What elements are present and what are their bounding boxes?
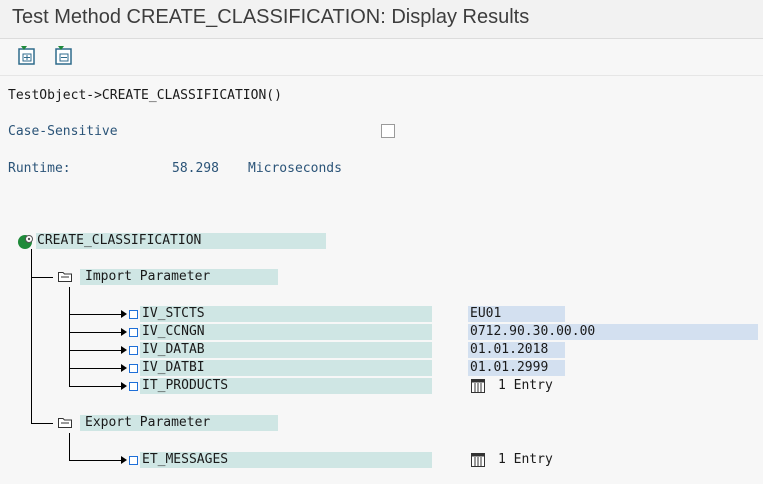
- parameter-icon: [129, 456, 138, 465]
- parameter-name[interactable]: IV_STCTS: [142, 306, 205, 322]
- case-sensitive-checkbox[interactable]: [381, 124, 395, 138]
- insert-icon[interactable]: [16, 45, 38, 67]
- parameter-value[interactable]: 01.01.2018: [470, 342, 548, 358]
- tree-connector: [69, 287, 70, 387]
- parameter-icon: [129, 346, 138, 355]
- folder-open-icon[interactable]: [58, 417, 72, 428]
- tree-connector: [69, 350, 121, 351]
- table-icon[interactable]: [471, 453, 485, 467]
- parameter-icon: [129, 328, 138, 337]
- runtime-unit: Microseconds: [248, 161, 342, 176]
- toolbar: [0, 39, 763, 76]
- branch-arrow-icon: [121, 328, 127, 336]
- branch-arrow-icon: [121, 346, 127, 354]
- remove-icon[interactable]: [53, 45, 75, 67]
- tree-connector: [31, 277, 53, 278]
- parameter-name[interactable]: ET_MESSAGES: [142, 452, 228, 468]
- runtime-value: 58.298: [172, 161, 219, 176]
- method-icon: [17, 233, 35, 251]
- parameter-value[interactable]: 01.01.2999: [470, 360, 548, 376]
- runtime-label: Runtime:: [8, 161, 71, 176]
- branch-arrow-icon: [121, 310, 127, 318]
- tree-connector: [69, 386, 121, 387]
- export-parameter-label[interactable]: Export Parameter: [85, 415, 210, 431]
- method-call: TestObject->CREATE_CLASSIFICATION(): [8, 88, 282, 103]
- branch-arrow-icon: [121, 364, 127, 372]
- parameter-icon: [129, 310, 138, 319]
- parameter-icon: [129, 364, 138, 373]
- parameter-name[interactable]: IT_PRODUCTS: [142, 378, 228, 394]
- case-sensitive-label: Case-Sensitive: [8, 124, 118, 139]
- parameter-value[interactable]: 0712.90.30.00.00: [470, 324, 595, 340]
- tree-connector: [31, 249, 32, 424]
- parameter-value[interactable]: EU01: [470, 306, 501, 322]
- branch-arrow-icon: [121, 456, 127, 464]
- tree-connector: [69, 460, 121, 461]
- branch-arrow-icon: [121, 382, 127, 390]
- parameter-value[interactable]: 1 Entry: [498, 452, 553, 468]
- tree-connector: [69, 368, 121, 369]
- title-bar: Test Method CREATE_CLASSIFICATION: Displ…: [0, 0, 763, 39]
- parameter-value[interactable]: 1 Entry: [498, 378, 553, 394]
- tree-connector: [69, 433, 70, 460]
- parameter-icon: [129, 382, 138, 391]
- parameter-name[interactable]: IV_DATAB: [142, 342, 205, 358]
- tree-connector: [31, 423, 53, 424]
- folder-open-icon[interactable]: [58, 271, 72, 282]
- root-node-label[interactable]: CREATE_CLASSIFICATION: [37, 233, 201, 249]
- tree-connector: [69, 332, 121, 333]
- parameter-name[interactable]: IV_DATBI: [142, 360, 205, 376]
- tree-connector: [69, 314, 121, 315]
- parameter-name[interactable]: IV_CCNGN: [142, 324, 205, 340]
- import-parameter-label[interactable]: Import Parameter: [85, 269, 210, 285]
- table-icon[interactable]: [471, 379, 485, 393]
- window-title: Test Method CREATE_CLASSIFICATION: Displ…: [12, 6, 530, 28]
